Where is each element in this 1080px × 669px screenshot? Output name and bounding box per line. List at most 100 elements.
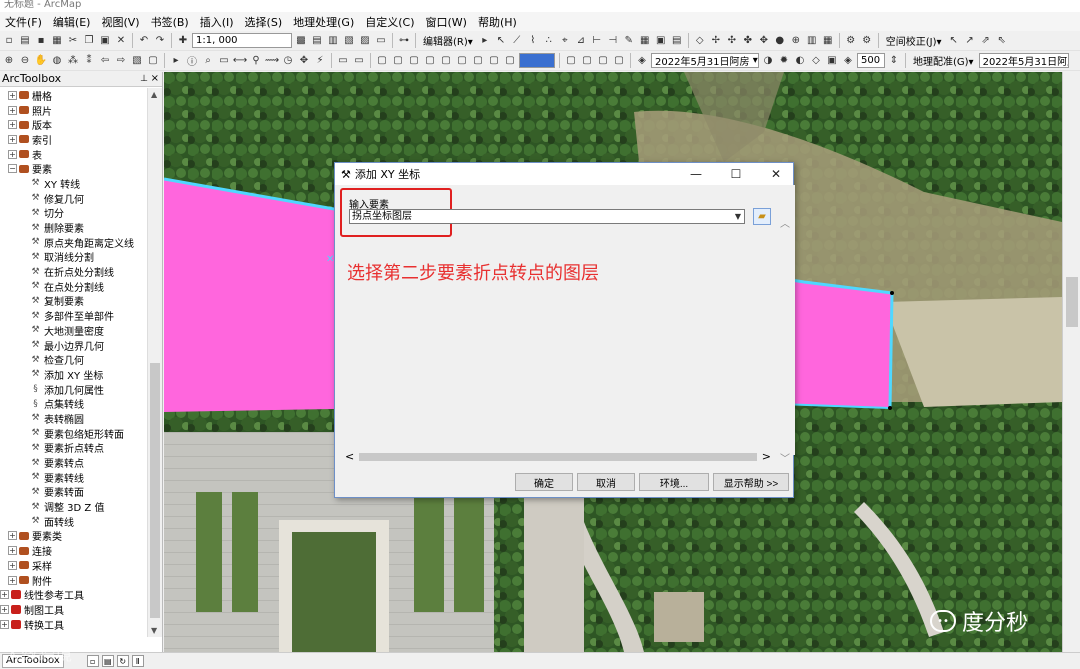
map-scale-combo[interactable]: 1:1, 000 xyxy=(192,33,292,48)
stepper-icon[interactable]: ⇕ xyxy=(887,54,901,68)
input-features-combo[interactable]: 拐点坐标图层 ▼ xyxy=(349,209,745,224)
expand-icon[interactable]: + xyxy=(0,619,9,629)
new-document-icon[interactable]: ▫ xyxy=(2,34,16,48)
chevron-down-icon[interactable]: ▼ xyxy=(732,210,744,223)
scroll-thumb[interactable] xyxy=(359,453,757,461)
layout-zoom-icon[interactable]: ▭ xyxy=(336,54,350,68)
toolbox-item[interactable]: ⚒ 要素转线 xyxy=(0,470,147,485)
find-icon[interactable]: ⌕ xyxy=(201,54,215,68)
cut-polygon-icon[interactable]: ⊣ xyxy=(606,34,620,48)
close-icon[interactable]: × xyxy=(151,72,159,86)
redo-icon[interactable]: ↷ xyxy=(153,34,167,48)
split-polygon-icon[interactable]: ⊢ xyxy=(590,34,604,48)
menu-item[interactable]: 书签(B) xyxy=(146,14,195,30)
vertex-icon[interactable]: ✢ xyxy=(709,34,723,48)
python-icon[interactable]: ▭ xyxy=(374,34,388,48)
toolbox-item[interactable]: + 附件 xyxy=(0,573,147,588)
editor-menu[interactable]: 编辑器(R)▾ xyxy=(420,33,476,48)
layout-view-icon[interactable]: ▤ xyxy=(101,655,114,667)
identity-link-icon[interactable]: ⇖ xyxy=(995,34,1009,48)
close-button[interactable]: ✕ xyxy=(763,165,789,183)
display-icon[interactable]: ◈ xyxy=(841,54,855,68)
layer-combo[interactable]: 2022年5月31日阿房 ▾ xyxy=(651,53,759,68)
browse-folder-button[interactable]: ▰ xyxy=(753,208,771,225)
draw-tools-icon[interactable]: ▢ xyxy=(423,54,437,68)
layer-icon[interactable]: ◈ xyxy=(635,54,649,68)
effects-icon[interactable]: ▢ xyxy=(612,54,626,68)
expand-icon[interactable]: + xyxy=(0,590,9,600)
show-help-button[interactable]: 显示帮助 >> xyxy=(713,473,789,491)
toolbox-item[interactable]: + 连接 xyxy=(0,543,147,558)
toolbox-item[interactable]: ⚒ 要素转点 xyxy=(0,455,147,471)
sketch-properties-icon[interactable]: ▣ xyxy=(654,34,668,48)
clear-selection-icon[interactable]: ▢ xyxy=(146,54,160,68)
measure-icon[interactable]: ⟷ xyxy=(233,54,247,68)
contrast-icon[interactable]: ◑ xyxy=(761,54,775,68)
add-data-icon[interactable]: ✚ xyxy=(176,34,190,48)
menu-item[interactable]: 视图(V) xyxy=(96,14,145,30)
layout-pan-icon[interactable]: ▭ xyxy=(352,54,366,68)
edit-annotation-icon[interactable]: ↖ xyxy=(494,34,508,48)
scroll-up-icon[interactable]: ▲ xyxy=(151,90,157,99)
spatial-adjustment-menu[interactable]: 空间校正(J)▾ xyxy=(883,33,945,48)
toolbox-item[interactable]: ⚒ 在折点处分割线 xyxy=(0,264,147,280)
maximize-button[interactable]: ☐ xyxy=(723,165,749,183)
expand-icon[interactable]: + xyxy=(8,134,17,144)
paste-icon[interactable]: ▣ xyxy=(98,34,112,48)
scroll-left-icon[interactable]: < xyxy=(345,450,354,463)
multiple-link-icon[interactable]: ⇗ xyxy=(979,34,993,48)
refresh-icon[interactable]: ↻ xyxy=(116,655,129,667)
trace-icon[interactable]: ⌇ xyxy=(526,34,540,48)
pan-icon[interactable]: ✋ xyxy=(34,54,48,68)
environments-button[interactable]: 环境... xyxy=(639,473,709,491)
toolbox-item[interactable]: + 转换工具 xyxy=(0,617,147,632)
scroll-up-icon[interactable]: ︿ xyxy=(780,215,790,230)
adjust-settings-icon[interactable]: ⚙ xyxy=(860,34,874,48)
new-displacement-link-icon[interactable]: ↗ xyxy=(963,34,977,48)
menu-item[interactable]: 文件(F) xyxy=(0,14,48,30)
toolbox-item[interactable]: ⚒ 原点夹角距离定义线 xyxy=(0,235,147,250)
georeferencing-menu[interactable]: 地理配准(G)▾ xyxy=(910,53,977,68)
data-view-icon[interactable]: ▫ xyxy=(86,655,99,667)
flicker-rate-input[interactable]: 500 xyxy=(857,53,885,68)
draw-tools-icon[interactable]: ▢ xyxy=(487,54,501,68)
snap-point-icon[interactable]: ✤ xyxy=(741,34,755,48)
copy-icon[interactable]: ❐ xyxy=(82,34,96,48)
editor-toolbar-icon[interactable]: ▩ xyxy=(294,34,308,48)
expand-icon[interactable]: + xyxy=(0,604,9,614)
straight-segment-icon[interactable]: ⟋ xyxy=(510,34,524,48)
toolbox-item[interactable]: ⚒ 多部件至单部件 xyxy=(0,308,147,324)
search-window-icon[interactable]: ▧ xyxy=(342,34,356,48)
toolbox-item[interactable]: + 表 xyxy=(0,147,147,162)
model-builder-icon[interactable]: ⊶ xyxy=(397,34,411,48)
full-extent-icon[interactable]: ◍ xyxy=(50,54,64,68)
draw-tools-icon[interactable]: ▢ xyxy=(455,54,469,68)
split-tool-icon[interactable]: ⌖ xyxy=(558,34,572,48)
arctoolbox-icon[interactable]: ▨ xyxy=(358,34,372,48)
link-table-icon[interactable]: ▥ xyxy=(805,34,819,48)
toolbox-item[interactable]: ⚒ 要素包络矩形转面 xyxy=(0,426,147,441)
forward-icon[interactable]: ⇨ xyxy=(114,54,128,68)
draw-tools-icon[interactable]: ▢ xyxy=(439,54,453,68)
open-icon[interactable]: ▤ xyxy=(18,34,32,48)
go-to-xy-icon[interactable]: ✥ xyxy=(297,54,311,68)
transparency-icon[interactable]: ◐ xyxy=(793,54,807,68)
select-features-icon[interactable]: ▧ xyxy=(130,54,144,68)
table-of-contents-icon[interactable]: ▤ xyxy=(310,34,324,48)
swipe-icon[interactable]: ◇ xyxy=(809,54,823,68)
toolbox-item[interactable]: § 添加几何属性 xyxy=(0,382,147,397)
delete-icon[interactable]: ✕ xyxy=(114,34,128,48)
scroll-down-icon[interactable]: ▼ xyxy=(151,626,157,635)
select-elements-icon[interactable]: ▸ xyxy=(169,54,183,68)
expand-icon[interactable]: + xyxy=(8,120,17,130)
dialog-scrollbar[interactable]: ︿ ﹀ xyxy=(777,215,793,465)
toolbox-item[interactable]: ⚒ 检查几何 xyxy=(0,352,147,368)
fixed-zoom-in-icon[interactable]: ⁂ xyxy=(66,54,80,68)
draw-tools-icon[interactable]: ▢ xyxy=(375,54,389,68)
color-wheel-icon[interactable]: ● xyxy=(773,34,787,48)
adjust-tool-icon[interactable]: ⚙ xyxy=(844,34,858,48)
menu-item[interactable]: 帮助(H) xyxy=(473,14,523,30)
print-icon[interactable]: ▦ xyxy=(50,34,64,48)
html-popup-icon[interactable]: ▭ xyxy=(217,54,231,68)
toolbox-item[interactable]: ⚒ 要素折点转点 xyxy=(0,441,147,456)
